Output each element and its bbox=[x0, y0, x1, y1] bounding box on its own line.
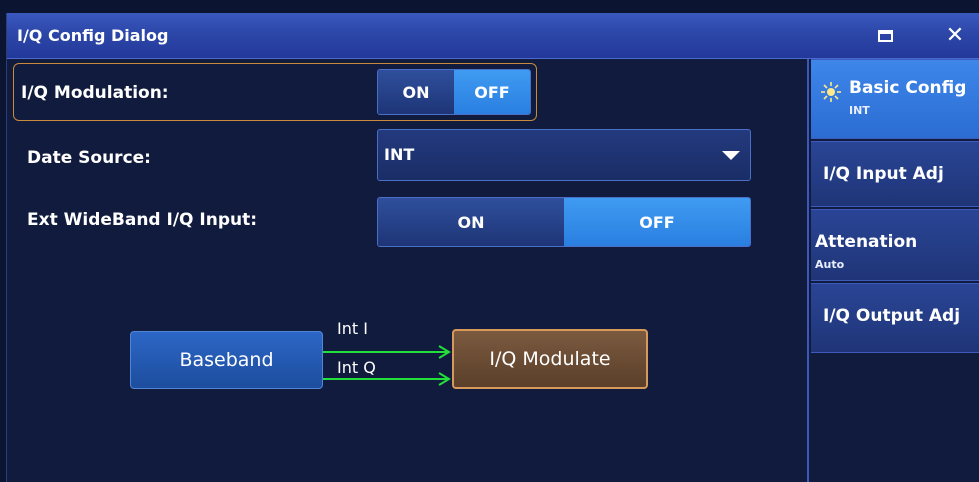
sidebar-item-iq-output-adj[interactable]: I/Q Output Adj bbox=[811, 283, 979, 353]
int-i-label: Int I bbox=[337, 319, 368, 338]
ext-wideband-on-option[interactable]: ON bbox=[378, 198, 564, 246]
sidebar-item-label: I/Q Input Adj bbox=[823, 164, 944, 184]
iq-config-dialog: I/Q Config Dialog ✕ I/Q Modulation: ON O… bbox=[6, 13, 979, 482]
ext-wideband-toggle[interactable]: ON OFF bbox=[377, 197, 751, 247]
ext-wideband-label: Ext WideBand I/Q Input: bbox=[27, 210, 258, 230]
title-bar[interactable]: I/Q Config Dialog ✕ bbox=[7, 13, 979, 59]
chevron-down-icon bbox=[722, 151, 740, 160]
sidebar-item-iq-input-adj[interactable]: I/Q Input Adj bbox=[811, 141, 979, 207]
baseband-block: Baseband bbox=[130, 331, 323, 389]
close-button[interactable]: ✕ bbox=[940, 21, 970, 51]
dialog-title: I/Q Config Dialog bbox=[17, 26, 169, 45]
iq-modulate-block: I/Q Modulate bbox=[452, 329, 648, 389]
iq-modulation-label: I/Q Modulation: bbox=[21, 83, 169, 103]
maximize-button[interactable] bbox=[870, 21, 900, 51]
sidebar-item-attenation[interactable]: Attenation Auto bbox=[811, 209, 979, 281]
data-source-dropdown[interactable]: INT bbox=[377, 129, 751, 181]
sun-icon bbox=[821, 82, 841, 102]
iq-modulation-toggle[interactable]: ON OFF bbox=[377, 69, 531, 115]
ext-wideband-off-option[interactable]: OFF bbox=[564, 198, 750, 246]
data-source-label: Date Source: bbox=[27, 148, 151, 168]
config-panel: I/Q Modulation: ON OFF Date Source: INT … bbox=[7, 59, 807, 482]
sidebar-item-label: I/Q Output Adj bbox=[823, 306, 961, 326]
sidebar-item-sublabel: INT bbox=[849, 104, 870, 117]
sidebar-item-sublabel: Auto bbox=[815, 258, 845, 271]
iq-modulation-on-option[interactable]: ON bbox=[378, 70, 454, 114]
sidebar-item-label: Attenation bbox=[815, 232, 918, 252]
sidebar: Basic Config INT I/Q Input Adj Attenatio… bbox=[807, 59, 979, 482]
iq-modulation-off-option[interactable]: OFF bbox=[454, 70, 530, 114]
close-icon: ✕ bbox=[945, 23, 965, 48]
maximize-icon bbox=[877, 30, 893, 42]
data-source-value: INT bbox=[384, 145, 415, 164]
int-q-label: Int Q bbox=[337, 358, 376, 377]
sidebar-item-basic-config[interactable]: Basic Config INT bbox=[811, 59, 979, 139]
int-i-arrow bbox=[323, 345, 451, 359]
sidebar-item-label: Basic Config bbox=[849, 78, 967, 98]
